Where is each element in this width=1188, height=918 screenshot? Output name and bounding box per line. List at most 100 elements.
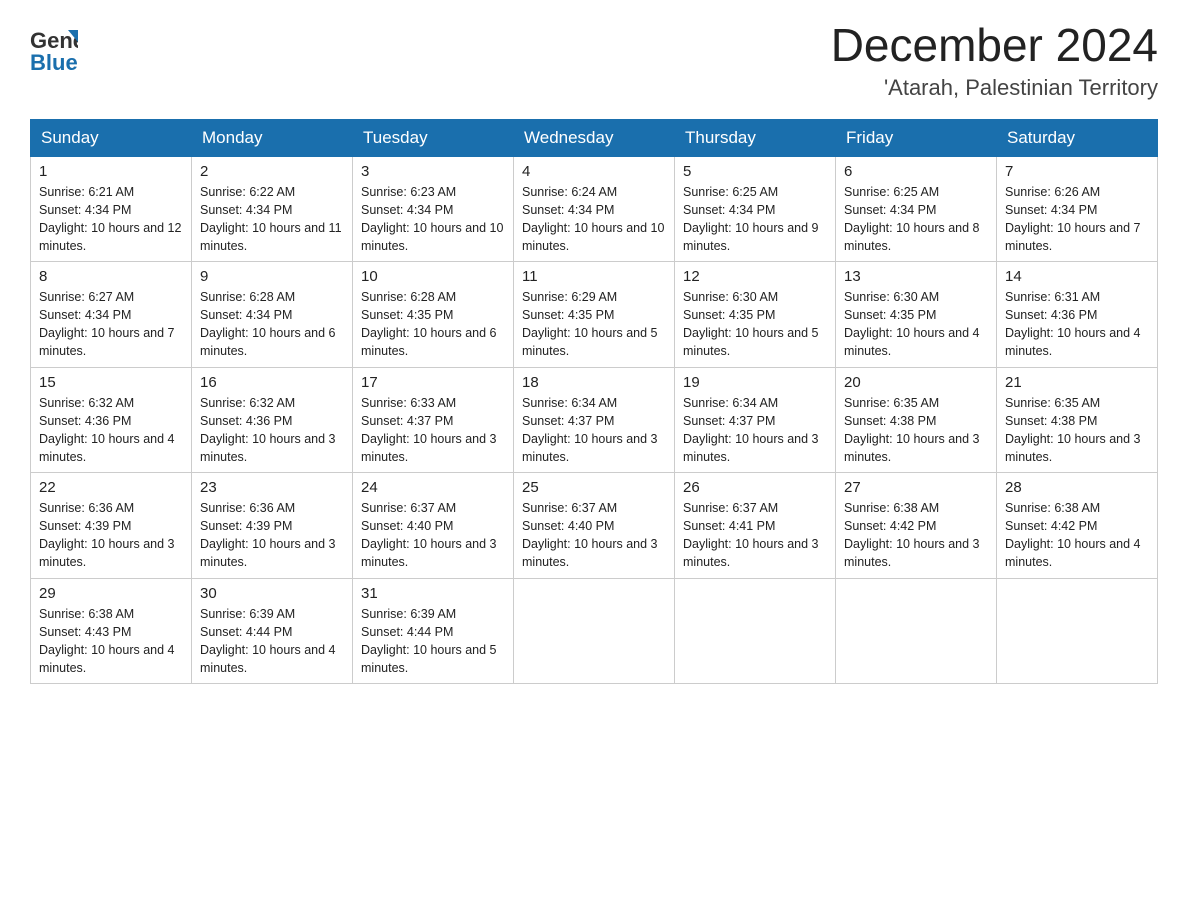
calendar-cell: 26 Sunrise: 6:37 AMSunset: 4:41 PMDayligh…	[675, 473, 836, 579]
day-info: Sunrise: 6:28 AMSunset: 4:34 PMDaylight:…	[200, 288, 344, 361]
day-number: 14	[1005, 268, 1149, 285]
col-header-sunday: Sunday	[31, 119, 192, 156]
calendar-cell: 12 Sunrise: 6:30 AMSunset: 4:35 PMDayligh…	[675, 262, 836, 368]
day-info: Sunrise: 6:37 AMSunset: 4:41 PMDaylight:…	[683, 499, 827, 572]
calendar-cell: 7 Sunrise: 6:26 AMSunset: 4:34 PMDaylight…	[997, 156, 1158, 262]
day-number: 26	[683, 479, 827, 496]
day-info: Sunrise: 6:37 AMSunset: 4:40 PMDaylight:…	[361, 499, 505, 572]
logo: General Blue	[30, 20, 78, 72]
day-info: Sunrise: 6:32 AMSunset: 4:36 PMDaylight:…	[39, 394, 183, 467]
calendar-cell: 6Sunrise: 6:25 AMSunset: 4:34 PMDaylight…	[836, 156, 997, 262]
day-info: Sunrise: 6:28 AMSunset: 4:35 PMDaylight:…	[361, 288, 505, 361]
day-number: 5	[683, 163, 827, 180]
page-header: General Blue December 2024 'Atarah, Pale…	[30, 20, 1158, 101]
calendar-cell: 21 Sunrise: 6:35 AMSunset: 4:38 PMDayligh…	[997, 367, 1158, 473]
calendar-cell	[675, 578, 836, 684]
day-number: 19	[683, 374, 827, 391]
calendar-cell: 11Sunrise: 6:29 AMSunset: 4:35 PMDayligh…	[514, 262, 675, 368]
day-info: Sunrise: 6:23 AMSunset: 4:34 PMDaylight:…	[361, 183, 505, 256]
day-info: Sunrise: 6:32 AMSunset: 4:36 PMDaylight:…	[200, 394, 344, 467]
calendar-cell: 2 Sunrise: 6:22 AMSunset: 4:34 PMDaylight…	[192, 156, 353, 262]
day-info: Sunrise: 6:33 AMSunset: 4:37 PMDaylight:…	[361, 394, 505, 467]
day-number: 6	[844, 163, 988, 180]
day-number: 21	[1005, 374, 1149, 391]
col-header-tuesday: Tuesday	[353, 119, 514, 156]
day-number: 24	[361, 479, 505, 496]
day-number: 23	[200, 479, 344, 496]
col-header-friday: Friday	[836, 119, 997, 156]
day-info: Sunrise: 6:21 AMSunset: 4:34 PMDaylight:…	[39, 183, 183, 256]
day-info: Sunrise: 6:27 AMSunset: 4:34 PMDaylight:…	[39, 288, 183, 361]
calendar-cell: 1Sunrise: 6:21 AMSunset: 4:34 PMDaylight…	[31, 156, 192, 262]
week-row-3: 15 Sunrise: 6:32 AMSunset: 4:36 PMDayligh…	[31, 367, 1158, 473]
calendar-cell: 14 Sunrise: 6:31 AMSunset: 4:36 PMDayligh…	[997, 262, 1158, 368]
day-info: Sunrise: 6:38 AMSunset: 4:43 PMDaylight:…	[39, 605, 183, 678]
day-info: Sunrise: 6:26 AMSunset: 4:34 PMDaylight:…	[1005, 183, 1149, 256]
calendar-cell: 25 Sunrise: 6:37 AMSunset: 4:40 PMDayligh…	[514, 473, 675, 579]
calendar-cell: 5 Sunrise: 6:25 AMSunset: 4:34 PMDaylight…	[675, 156, 836, 262]
calendar-cell: 13 Sunrise: 6:30 AMSunset: 4:35 PMDayligh…	[836, 262, 997, 368]
week-row-4: 22Sunrise: 6:36 AMSunset: 4:39 PMDayligh…	[31, 473, 1158, 579]
day-info: Sunrise: 6:36 AMSunset: 4:39 PMDaylight:…	[200, 499, 344, 572]
day-number: 28	[1005, 479, 1149, 496]
day-number: 15	[39, 374, 183, 391]
week-row-2: 8 Sunrise: 6:27 AMSunset: 4:34 PMDaylight…	[31, 262, 1158, 368]
calendar-cell: 27 Sunrise: 6:38 AMSunset: 4:42 PMDayligh…	[836, 473, 997, 579]
calendar-cell: 9 Sunrise: 6:28 AMSunset: 4:34 PMDaylight…	[192, 262, 353, 368]
calendar-cell: 30Sunrise: 6:39 AMSunset: 4:44 PMDayligh…	[192, 578, 353, 684]
col-header-saturday: Saturday	[997, 119, 1158, 156]
day-number: 7	[1005, 163, 1149, 180]
day-info: Sunrise: 6:22 AMSunset: 4:34 PMDaylight:…	[200, 183, 344, 256]
calendar-cell: 23 Sunrise: 6:36 AMSunset: 4:39 PMDayligh…	[192, 473, 353, 579]
col-header-monday: Monday	[192, 119, 353, 156]
title-area: December 2024 'Atarah, Palestinian Terri…	[831, 20, 1158, 101]
day-number: 31	[361, 585, 505, 602]
calendar-cell: 20 Sunrise: 6:35 AMSunset: 4:38 PMDayligh…	[836, 367, 997, 473]
calendar-cell: 3 Sunrise: 6:23 AMSunset: 4:34 PMDaylight…	[353, 156, 514, 262]
calendar-cell	[514, 578, 675, 684]
day-number: 3	[361, 163, 505, 180]
day-info: Sunrise: 6:38 AMSunset: 4:42 PMDaylight:…	[844, 499, 988, 572]
day-number: 2	[200, 163, 344, 180]
calendar-cell: 28Sunrise: 6:38 AMSunset: 4:42 PMDayligh…	[997, 473, 1158, 579]
day-info: Sunrise: 6:34 AMSunset: 4:37 PMDaylight:…	[522, 394, 666, 467]
location-title: 'Atarah, Palestinian Territory	[831, 75, 1158, 101]
day-info: Sunrise: 6:30 AMSunset: 4:35 PMDaylight:…	[683, 288, 827, 361]
day-info: Sunrise: 6:29 AMSunset: 4:35 PMDaylight:…	[522, 288, 666, 361]
calendar-cell: 19Sunrise: 6:34 AMSunset: 4:37 PMDayligh…	[675, 367, 836, 473]
calendar-cell: 15 Sunrise: 6:32 AMSunset: 4:36 PMDayligh…	[31, 367, 192, 473]
day-info: Sunrise: 6:35 AMSunset: 4:38 PMDaylight:…	[844, 394, 988, 467]
day-number: 30	[200, 585, 344, 602]
day-number: 8	[39, 268, 183, 285]
day-info: Sunrise: 6:36 AMSunset: 4:39 PMDaylight:…	[39, 499, 183, 572]
day-number: 29	[39, 585, 183, 602]
calendar-cell: 24 Sunrise: 6:37 AMSunset: 4:40 PMDayligh…	[353, 473, 514, 579]
day-number: 13	[844, 268, 988, 285]
day-info: Sunrise: 6:31 AMSunset: 4:36 PMDaylight:…	[1005, 288, 1149, 361]
day-number: 9	[200, 268, 344, 285]
day-info: Sunrise: 6:35 AMSunset: 4:38 PMDaylight:…	[1005, 394, 1149, 467]
day-info: Sunrise: 6:25 AMSunset: 4:34 PMDaylight:…	[683, 183, 827, 256]
day-number: 12	[683, 268, 827, 285]
logo-icon: General Blue	[30, 20, 78, 72]
calendar-cell: 8 Sunrise: 6:27 AMSunset: 4:34 PMDaylight…	[31, 262, 192, 368]
calendar-cell: 17Sunrise: 6:33 AMSunset: 4:37 PMDayligh…	[353, 367, 514, 473]
day-info: Sunrise: 6:30 AMSunset: 4:35 PMDaylight:…	[844, 288, 988, 361]
col-header-thursday: Thursday	[675, 119, 836, 156]
svg-text:Blue: Blue	[30, 50, 78, 72]
calendar-cell: 16Sunrise: 6:32 AMSunset: 4:36 PMDayligh…	[192, 367, 353, 473]
week-row-1: 1Sunrise: 6:21 AMSunset: 4:34 PMDaylight…	[31, 156, 1158, 262]
calendar-cell: 29 Sunrise: 6:38 AMSunset: 4:43 PMDayligh…	[31, 578, 192, 684]
calendar-cell: 18 Sunrise: 6:34 AMSunset: 4:37 PMDayligh…	[514, 367, 675, 473]
day-number: 20	[844, 374, 988, 391]
day-number: 18	[522, 374, 666, 391]
calendar-cell: 10Sunrise: 6:28 AMSunset: 4:35 PMDayligh…	[353, 262, 514, 368]
day-number: 25	[522, 479, 666, 496]
calendar-cell: 22Sunrise: 6:36 AMSunset: 4:39 PMDayligh…	[31, 473, 192, 579]
day-info: Sunrise: 6:37 AMSunset: 4:40 PMDaylight:…	[522, 499, 666, 572]
calendar-cell: 4Sunrise: 6:24 AMSunset: 4:34 PMDaylight…	[514, 156, 675, 262]
month-title: December 2024	[831, 20, 1158, 71]
col-header-wednesday: Wednesday	[514, 119, 675, 156]
day-number: 27	[844, 479, 988, 496]
calendar-header-row: SundayMondayTuesdayWednesdayThursdayFrid…	[31, 119, 1158, 156]
